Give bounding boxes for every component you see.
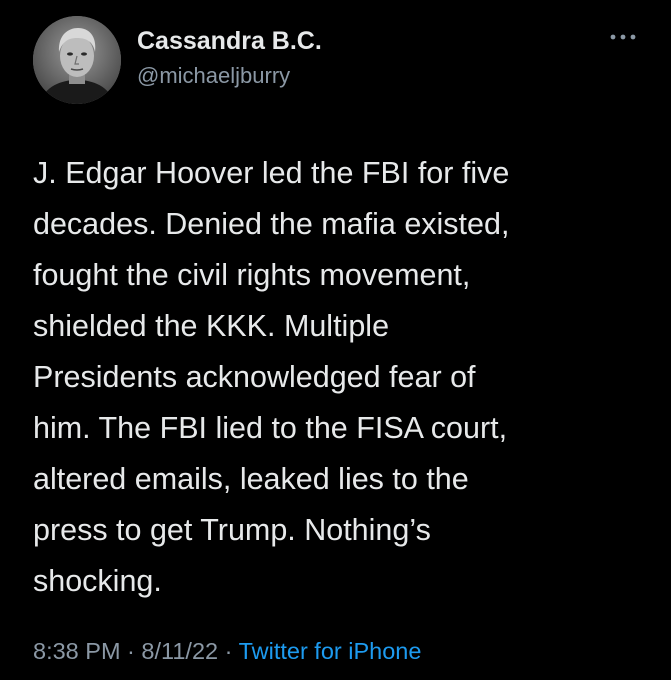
- avatar[interactable]: [33, 16, 121, 104]
- tweet-text: J. Edgar Hoover led the FBI for five dec…: [33, 156, 510, 598]
- more-horizontal-icon[interactable]: [608, 30, 638, 44]
- tweet: Cassandra B.C. @michaeljburry J. Edgar H…: [0, 0, 671, 680]
- tweet-metadata: 8:38 PM · 8/11/22 · Twitter for iPhone: [33, 638, 421, 665]
- display-name[interactable]: Cassandra B.C.: [137, 27, 322, 56]
- separator: ·: [218, 638, 239, 664]
- separator: ·: [120, 638, 142, 664]
- avatar-photo: [33, 16, 121, 104]
- user-handle[interactable]: @michaeljburry: [137, 63, 290, 89]
- tweet-time[interactable]: 8:38 PM: [33, 638, 121, 664]
- tweet-date[interactable]: 8/11/22: [141, 638, 218, 664]
- tweet-source-link[interactable]: Twitter for iPhone: [239, 638, 422, 664]
